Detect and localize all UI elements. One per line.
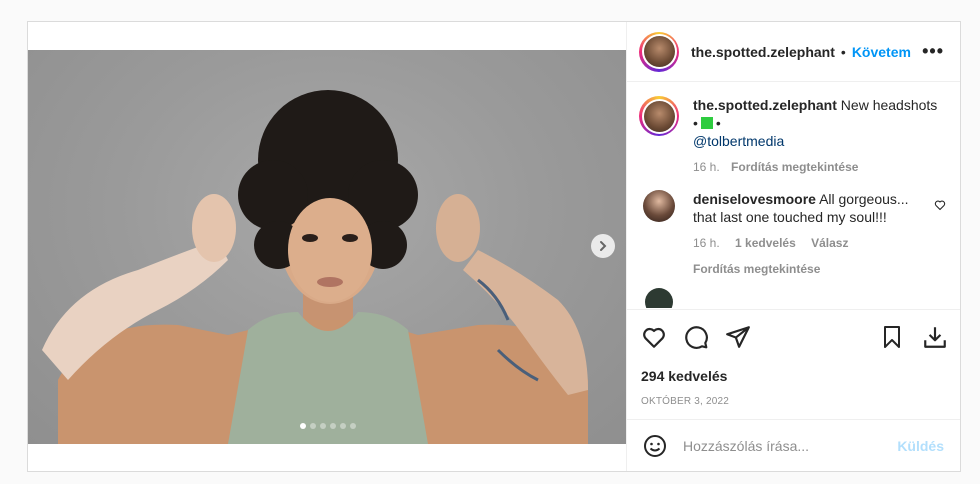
author-avatar[interactable] xyxy=(639,31,679,72)
add-comment-bar: Küldés xyxy=(627,419,960,471)
green-square-emoji-icon xyxy=(700,117,713,129)
comment-avatar[interactable] xyxy=(643,190,675,222)
post-date[interactable]: OKTÓBER 3, 2022 xyxy=(641,396,960,407)
chevron-right-icon xyxy=(600,241,607,251)
carousel-dot xyxy=(350,423,356,429)
follow-button[interactable]: Követem xyxy=(852,44,911,60)
carousel-dot xyxy=(320,423,326,429)
likes-count[interactable]: 294 kedvelés xyxy=(641,368,960,384)
emoji-icon[interactable] xyxy=(643,434,667,458)
caption-avatar[interactable] xyxy=(639,96,679,136)
post-dialog: the.spotted.zelephant • Követem ••• the.… xyxy=(27,21,961,472)
comment-icon[interactable] xyxy=(683,324,709,350)
post-media xyxy=(28,22,626,471)
post-actions: 294 kedvelés OKTÓBER 3, 2022 xyxy=(627,309,960,420)
caption-time[interactable]: 16 h. xyxy=(693,160,720,174)
post-side-panel: the.spotted.zelephant • Követem ••• the.… xyxy=(626,22,960,471)
heart-small-icon[interactable] xyxy=(934,198,946,216)
comment-item-partial xyxy=(627,278,960,308)
comments-list[interactable]: the.spotted.zelephant New headshots • • … xyxy=(627,82,960,308)
carousel-next-button[interactable] xyxy=(591,234,615,258)
more-icon[interactable]: ••• xyxy=(922,41,944,62)
send-button[interactable]: Küldés xyxy=(897,438,944,454)
post-photo xyxy=(28,50,626,444)
comment-input[interactable] xyxy=(681,436,898,455)
post-caption: the.spotted.zelephant New headshots • • … xyxy=(627,82,960,176)
carousel-indicators xyxy=(300,423,356,429)
heart-icon[interactable] xyxy=(641,324,667,350)
comment-avatar[interactable] xyxy=(645,288,673,308)
carousel-dot xyxy=(310,423,316,429)
separator-dot: • xyxy=(840,43,846,60)
caption-text: New headshots xyxy=(840,97,938,113)
share-icon[interactable] xyxy=(725,324,751,350)
caption-translate-link[interactable]: Fordítás megtekintése xyxy=(731,160,858,174)
comment-translate-link[interactable]: Fordítás megtekintése xyxy=(693,262,820,276)
post-header: the.spotted.zelephant • Követem ••• xyxy=(627,22,960,82)
bookmark-icon[interactable] xyxy=(880,324,904,350)
comment-time[interactable]: 16 h. xyxy=(693,236,720,250)
carousel-dot xyxy=(340,423,346,429)
comment-reply-button[interactable]: Válasz xyxy=(811,236,848,250)
caption-mention-link[interactable]: @tolbertmedia xyxy=(693,132,937,150)
comment-item: deniselovesmoore All gorgeous... that la… xyxy=(627,176,960,278)
carousel-dot xyxy=(330,423,336,429)
carousel-dot xyxy=(300,423,306,429)
author-username[interactable]: the.spotted.zelephant xyxy=(691,44,835,60)
caption-emoji-line: • • xyxy=(693,115,721,131)
comment-likes[interactable]: 1 kedvelés xyxy=(735,236,796,250)
comment-username[interactable]: deniselovesmoore xyxy=(693,191,816,207)
caption-username[interactable]: the.spotted.zelephant xyxy=(693,97,837,113)
download-icon[interactable] xyxy=(922,324,948,350)
portrait-illustration xyxy=(42,90,588,444)
